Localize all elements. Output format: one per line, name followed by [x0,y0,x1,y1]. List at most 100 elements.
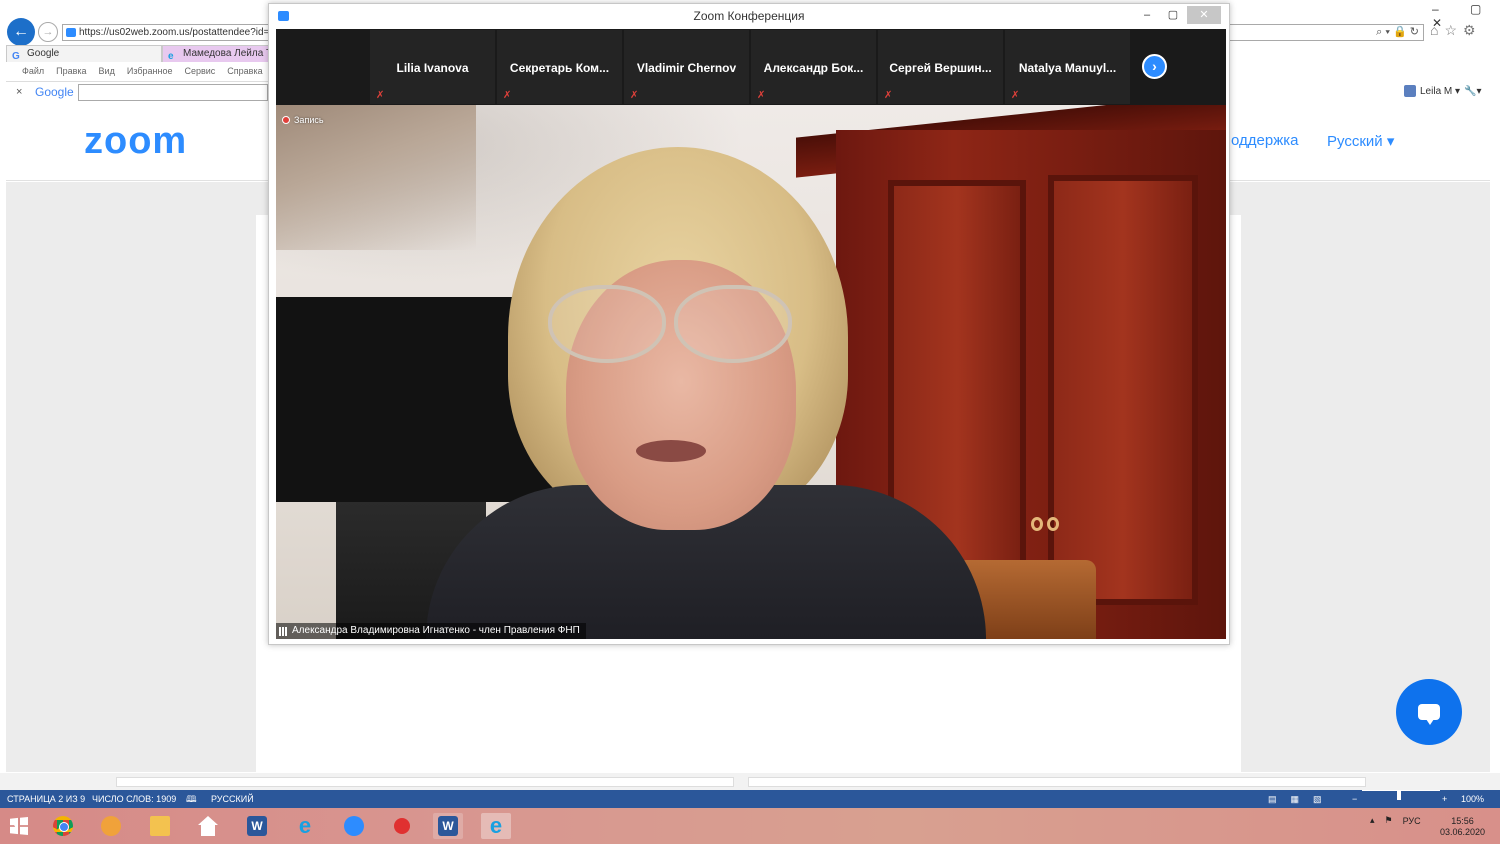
mic-muted-icon: ✗ [376,90,385,101]
menu-favorites[interactable]: Избранное [127,66,173,76]
media-player-icon [101,816,121,836]
menu-edit[interactable]: Правка [56,66,86,76]
participant-name: Vladimir Chernov [636,61,737,75]
word-document-strip [0,773,1500,790]
zoom-window-controls: – ▢ ✕ [1135,6,1221,24]
chrome-icon [53,816,73,836]
participant-tile[interactable]: Сергей Вершин... ✗ [878,30,1003,104]
word-status-bar: СТРАНИЦА 2 ИЗ 9 ЧИСЛО СЛОВ: 1909 🕮 РУССК… [0,790,1500,808]
recording-indicator: Запись [282,115,324,125]
taskbar-chrome[interactable] [48,813,78,839]
zoom-logo[interactable]: zoom [84,120,187,163]
forward-button[interactable]: → [38,22,58,42]
google-toolbar: × Google [6,81,268,103]
taskbar-internet-explorer[interactable]: e [290,813,320,839]
start-button[interactable] [4,813,34,839]
participant-tile[interactable]: Vladimir Chernov ✗ [624,30,749,104]
zoom-favicon-icon [66,28,76,37]
menu-file[interactable]: Файл [22,66,44,76]
maximize-button[interactable]: ▢ [1161,6,1185,24]
zoom-slider[interactable] [1362,790,1440,791]
page-counter[interactable]: СТРАНИЦА 2 ИЗ 9 [7,790,85,808]
close-icon[interactable]: × [16,86,22,98]
participant-tile[interactable]: Lilia Ivanova ✗ [370,30,495,104]
participant-tile[interactable]: Александр Бок... ✗ [751,30,876,104]
ie-icon: e [298,813,312,838]
google-g-icon: G [12,51,20,62]
google-logo: Google [35,85,74,99]
mic-muted-icon: ✗ [630,90,639,101]
user-icon [1404,85,1416,97]
address-bar[interactable]: https://us02web.zoom.us/postattendee?id=… [62,24,272,41]
zoom-in-button[interactable]: + [1442,790,1447,808]
zoom-slider-thumb[interactable] [1397,790,1401,800]
browser-toolbar-icons[interactable]: ⌂☆⚙ [1430,22,1482,39]
zoom-window-titlebar[interactable]: Zoom Конференция – ▢ ✕ [269,4,1229,28]
view-mode-icons[interactable]: ▤▦▧ [1268,790,1336,808]
participant-name: Natalya Manuyl... [1018,61,1117,75]
taskbar-home[interactable] [193,813,223,839]
mic-muted-icon: ✗ [503,90,512,101]
menu-tools[interactable]: Сервис [184,66,215,76]
minimize-button[interactable]: – [1135,6,1159,24]
tab-mamedova[interactable]: e Мамедова Лейла То [162,45,270,62]
chat-bubble-icon [1418,704,1440,725]
back-button[interactable]: ← [7,18,35,46]
address-bar-actions[interactable]: ⌕ ▾ 🔒 ↻ [1228,24,1424,41]
video-person-mouth [636,440,706,462]
taskbar-zoom[interactable] [339,813,369,839]
tray-chevron-icon[interactable]: ▴ [1370,815,1375,826]
taskbar-recorder[interactable] [387,813,417,839]
menu-help[interactable]: Справка [227,66,262,76]
participant-tile[interactable]: Natalya Manuyl... ✗ [1005,30,1130,104]
chat-button[interactable] [1396,679,1462,745]
zoom-conference-window: Zoom Конференция – ▢ ✕ Lilia Ivanova ✗ С… [268,3,1230,645]
google-search-input[interactable] [78,84,268,101]
zoom-window-title: Zoom Конференция [693,9,805,23]
support-link[interactable]: оддержка [1231,132,1298,149]
windows-taskbar: W e W e [0,808,1500,844]
recording-label: Запись [294,115,324,125]
signal-strength-icon [279,627,288,636]
tab-google[interactable]: G Google [6,45,162,62]
close-button[interactable]: ✕ [1187,6,1221,24]
proofing-icon[interactable]: 🕮 [186,790,197,808]
ie-e-icon: e [168,51,174,62]
taskbar-word[interactable]: W [242,813,272,839]
active-speaker-video[interactable]: Запись Александра Владимировна Игнатенко… [276,105,1226,639]
home-icon [198,816,218,836]
next-participants-button[interactable]: › [1142,54,1167,79]
network-flag-icon[interactable]: ⚑ [1385,815,1393,826]
taskbar-file-explorer[interactable] [145,813,175,839]
system-clock[interactable]: 15:56 03.06.2020 [1440,816,1485,838]
taskbar-ie-active[interactable]: e [481,813,511,839]
browser-user-menu[interactable]: Leila M ▾ 🔧▾ [1404,85,1482,97]
word-page-edge-right [748,777,1366,787]
menu-view[interactable]: Вид [99,66,115,76]
language-dropdown[interactable]: Русский ▾ [1327,132,1394,150]
zoom-out-button[interactable]: − [1352,790,1357,808]
record-icon [282,116,290,124]
speaker-name-label: Александра Владимировна Игнатенко - член… [276,623,586,639]
windows-logo-icon [10,817,28,835]
tab-label: Мамедова Лейла То [183,48,270,59]
word-icon: W [247,816,267,836]
caret-down-icon: ▾ [1386,133,1395,150]
tray-language[interactable]: РУС [1403,816,1421,826]
taskbar-word-active[interactable]: W [433,813,463,839]
word-count[interactable]: ЧИСЛО СЛОВ: 1909 [92,790,176,808]
folder-icon [150,816,170,836]
zoom-icon [344,816,364,836]
video-cabinet-door [1048,175,1198,605]
word-page-edge-left [116,777,734,787]
wrench-icon[interactable]: 🔧▾ [1464,86,1481,97]
participant-name: Александр Бок... [763,61,864,75]
video-cabinet-knobs [1031,517,1071,531]
participant-strip: Lilia Ivanova ✗ Секретарь Ком... ✗ Vladi… [276,29,1226,105]
taskbar-media-player[interactable] [96,813,126,839]
zoom-level[interactable]: 100% [1461,790,1484,808]
mic-muted-icon: ✗ [884,90,893,101]
clock-time: 15:56 [1451,816,1474,826]
document-language[interactable]: РУССКИЙ [211,790,254,808]
participant-tile[interactable]: Секретарь Ком... ✗ [497,30,622,104]
